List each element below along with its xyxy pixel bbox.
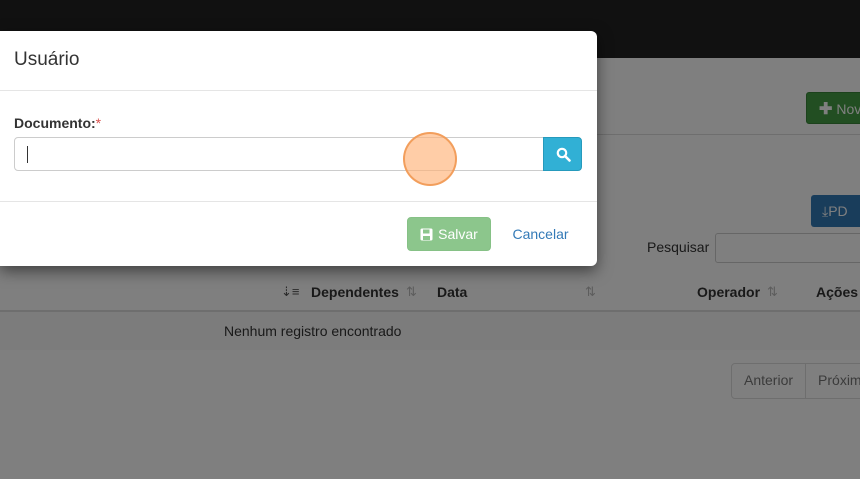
modal-title: Usuário bbox=[14, 49, 80, 70]
save-icon bbox=[420, 228, 433, 240]
modal-header-divider bbox=[0, 90, 597, 91]
click-indicator bbox=[403, 132, 457, 186]
text-caret bbox=[27, 146, 28, 163]
document-field-label: Documento:* bbox=[14, 115, 101, 131]
modal-footer-divider bbox=[0, 201, 597, 202]
cancel-button[interactable]: Cancelar bbox=[498, 217, 583, 251]
search-icon bbox=[556, 147, 571, 162]
required-marker: * bbox=[95, 115, 102, 131]
document-search-button[interactable] bbox=[543, 137, 582, 171]
document-label-text: Documento: bbox=[14, 115, 96, 131]
user-modal: Usuário Documento:* Salvar Cancelar bbox=[0, 31, 597, 266]
save-button[interactable]: Salvar bbox=[407, 217, 491, 251]
document-input[interactable] bbox=[14, 137, 544, 171]
save-button-label: Salvar bbox=[438, 226, 478, 242]
